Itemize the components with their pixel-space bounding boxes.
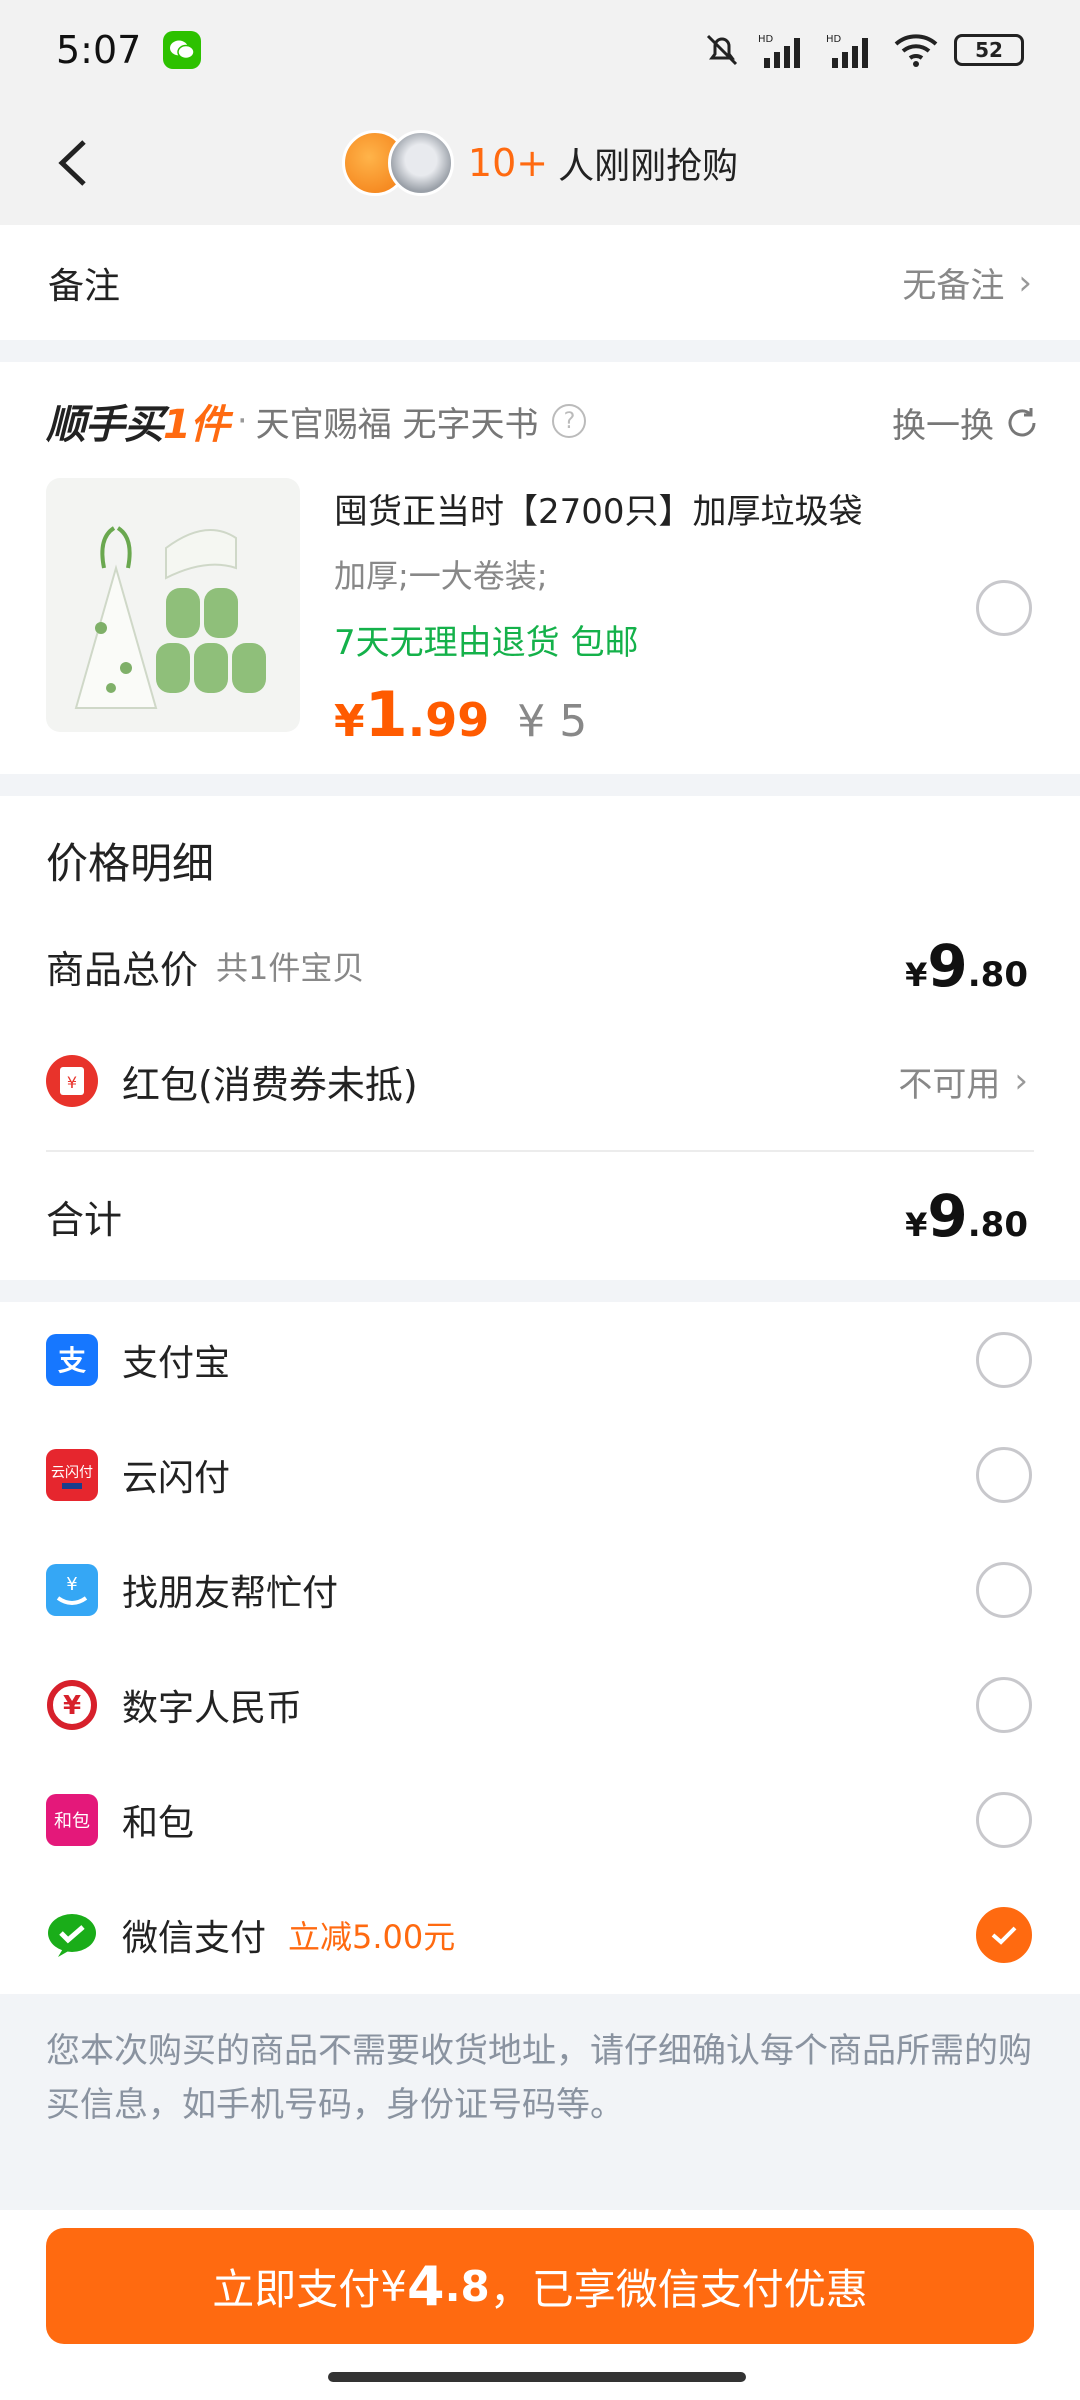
chevron-right-icon: ›: [1014, 1061, 1028, 1101]
details-title: 价格明细: [46, 839, 215, 888]
payment-label: 微信支付: [122, 1917, 267, 1959]
total-label: 合计: [46, 1197, 123, 1242]
goods-total-row: 商品总价 共1件宝贝 ¥9.80: [46, 926, 1028, 1006]
payment-option-hebao[interactable]: 和包 和包: [46, 1762, 1032, 1877]
original-price: ¥ 5: [517, 696, 588, 747]
mute-bell-icon: [706, 34, 738, 66]
pay-button-amount-dec: .8: [444, 2261, 490, 2311]
refresh-icon: [1008, 407, 1036, 436]
buyer-count: 10+: [467, 140, 549, 185]
wechat-pay-promo: 立减5.00元: [288, 1917, 456, 1956]
price-details: 价格明细 商品总价 共1件宝贝 ¥9.80 ¥ 红包(消费券未抵) 不可用 › 合…: [0, 796, 1080, 1280]
pay-button-prefix: 立即支付: [212, 2264, 381, 2314]
back-button[interactable]: [38, 128, 108, 198]
total-row: 合计 ¥9.80: [46, 1176, 1028, 1256]
avatar: [387, 129, 454, 196]
buyer-text: 人刚刚抢购: [558, 145, 739, 187]
remark-value: 无备注: [902, 266, 1005, 306]
payment-label: 找朋友帮忙付: [122, 1572, 339, 1614]
redpacket-label: 红包(消费券未抵): [122, 1062, 418, 1107]
upsell-card: 顺手买1件 · 天官赐福 无字天书 ? 换一换 囤货正当时【2700只】加厚垃圾…: [0, 362, 1080, 774]
pay-now-button[interactable]: 立即支付 ¥4.8 ，已享微信支付优惠: [46, 2228, 1034, 2344]
payment-radio[interactable]: [976, 1331, 1032, 1388]
product-price: ¥1.99 ¥ 5: [334, 678, 588, 751]
buyer-avatars: [341, 129, 454, 196]
hebao-icon: 和包: [46, 1793, 98, 1846]
redpacket-status: 不可用: [898, 1064, 1001, 1105]
e-cny-icon: ¥: [46, 1678, 98, 1731]
swap-label: 换一换: [892, 406, 994, 446]
home-indicator[interactable]: [328, 2372, 746, 2382]
payment-radio[interactable]: [976, 1446, 1032, 1503]
remark-row[interactable]: 备注 无备注 ›: [0, 225, 1080, 340]
upsell-select-radio[interactable]: [976, 580, 1032, 636]
separator-dot: ·: [236, 401, 248, 441]
status-time: 5:07: [56, 28, 142, 72]
payment-radio[interactable]: [976, 1676, 1032, 1733]
payment-option-e-cny[interactable]: ¥ 数字人民币: [46, 1647, 1032, 1762]
product-service-tags: 7天无理由退货 包邮: [334, 623, 639, 663]
upsell-subtitle: 天官赐福 无字天书: [255, 404, 539, 445]
svg-text:¥: ¥: [66, 1574, 77, 1595]
payment-label: 和包: [122, 1802, 195, 1844]
total-amount: ¥9.80: [905, 1182, 1028, 1250]
signal-icon-2: HD: [826, 34, 868, 68]
divider: [46, 1150, 1034, 1152]
payment-radio[interactable]: [976, 1561, 1032, 1618]
payment-label: 支付宝: [122, 1342, 231, 1384]
red-packet-icon: ¥: [46, 1055, 98, 1107]
pay-button-suffix: ，已享微信支付优惠: [489, 2264, 868, 2314]
svg-text:和包: 和包: [54, 1811, 90, 1832]
svg-text:HD: HD: [826, 34, 842, 45]
payment-option-friend-pay[interactable]: ¥ 找朋友帮忙付: [46, 1532, 1032, 1647]
payment-label: 云闪付: [122, 1457, 231, 1499]
remark-label: 备注: [48, 265, 121, 307]
friend-pay-icon: ¥: [46, 1563, 98, 1616]
pay-button-amount-int: 4: [406, 2254, 445, 2318]
swap-button[interactable]: 换一换: [892, 398, 1040, 447]
purchase-notice: 您本次购买的商品不需要收货地址，请仔细确认每个商品所需的购买信息，如手机号码，身…: [46, 2031, 1032, 2125]
battery-icon: 52: [954, 34, 1024, 66]
svg-text:¥: ¥: [63, 1691, 81, 1721]
payment-radio-selected[interactable]: [976, 1906, 1032, 1963]
wifi-icon: [894, 34, 938, 67]
goods-count: 共1件宝贝: [216, 949, 365, 987]
upsell-brand-logo: 顺手买1件: [46, 402, 230, 448]
payment-option-alipay[interactable]: 支 支付宝: [46, 1302, 1032, 1417]
status-icons: HD HD 52: [702, 30, 1024, 70]
svg-text:HD: HD: [758, 34, 774, 45]
pay-button-currency: ¥: [380, 2261, 407, 2311]
redpacket-row[interactable]: ¥ 红包(消费券未抵) 不可用 ›: [46, 1041, 1028, 1121]
chevron-right-icon: ›: [1018, 262, 1032, 303]
goods-total-label: 商品总价: [46, 947, 199, 992]
svg-text:云闪付: 云闪付: [51, 1465, 93, 1481]
check-icon: [991, 1926, 1017, 1945]
svg-text:¥: ¥: [67, 1073, 77, 1092]
goods-total-amount: ¥9.80: [905, 932, 1028, 1000]
unionpay-icon: 云闪付: [46, 1448, 98, 1501]
product-spec: 加厚;一大卷装;: [334, 557, 548, 595]
status-bar: 5:07 HD HD 52: [0, 0, 1080, 100]
wechat-pay-icon: [46, 1908, 98, 1961]
alipay-icon: 支: [46, 1333, 98, 1386]
page-header: 10+ 人刚刚抢购: [0, 100, 1080, 225]
product-title[interactable]: 囤货正当时【2700只】加厚垃圾袋: [334, 484, 934, 533]
payment-option-wechat-pay[interactable]: 微信支付 立减5.00元: [46, 1877, 1032, 1992]
wechat-notification-icon: [163, 31, 202, 69]
payment-option-unionpay[interactable]: 云闪付 云闪付: [46, 1417, 1032, 1532]
payment-label: 数字人民币: [122, 1687, 303, 1729]
product-image[interactable]: [46, 478, 300, 732]
payment-radio[interactable]: [976, 1791, 1032, 1848]
help-icon[interactable]: ?: [552, 404, 587, 438]
chevron-left-icon: [58, 140, 86, 186]
bottom-bar: 立即支付 ¥4.8 ，已享微信支付优惠: [0, 2210, 1080, 2400]
payment-methods: 支 支付宝 云闪付 云闪付 ¥ 找朋友帮忙付 ¥ 数字人民币 和包 和包 微信支…: [0, 1302, 1080, 1994]
svg-text:支: 支: [58, 1344, 86, 1377]
signal-icon: HD: [758, 34, 800, 68]
